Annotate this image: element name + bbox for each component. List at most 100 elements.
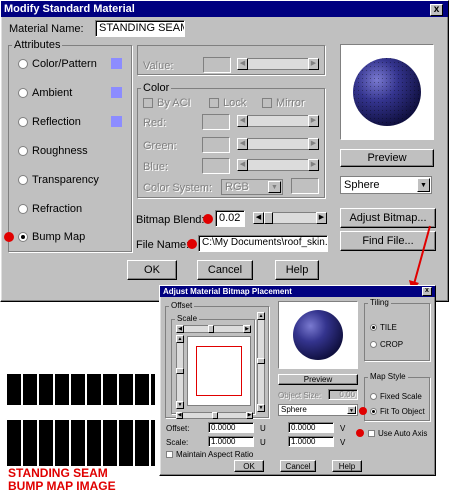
green-slider[interactable] <box>237 138 319 150</box>
use-auto-axis-checkbox[interactable] <box>368 430 375 437</box>
use-auto-axis-label: Use Auto Axis <box>378 429 428 438</box>
fit-to-object-label: Fit To Object <box>380 407 425 416</box>
scale-v-label: V <box>340 438 346 447</box>
chevron-down-icon: ▼ <box>347 406 356 414</box>
red-left-arrow[interactable]: ◀ <box>237 115 248 127</box>
scale-row-label: Scale: <box>166 438 189 447</box>
adjust-cancel-button[interactable]: Cancel <box>280 460 316 472</box>
bitmap-placement-area[interactable] <box>187 336 251 406</box>
red-label: Red: <box>143 117 167 129</box>
help-label: Help <box>285 264 309 276</box>
chevron-down-icon: ▼ <box>268 181 281 193</box>
red-slider[interactable] <box>237 115 319 127</box>
lock-checkbox[interactable] <box>209 98 219 108</box>
by-aci-label: By ACI <box>157 97 191 109</box>
adjust-preview <box>278 301 358 369</box>
green-left-arrow[interactable]: ◀ <box>237 138 248 150</box>
offset-v-thumb[interactable] <box>257 358 265 364</box>
radio-bump-map[interactable] <box>18 232 28 242</box>
radio-color-pattern[interactable] <box>18 59 28 69</box>
offset-h-left-arrow[interactable]: ◀ <box>176 412 183 419</box>
offset-v-down-arrow[interactable]: ▼ <box>257 404 265 412</box>
scale-v-up-arrow[interactable]: ▲ <box>176 335 184 343</box>
blue-right-arrow[interactable]: ▶ <box>308 159 319 171</box>
adjust-ok-button[interactable]: OK <box>234 460 264 472</box>
file-name-field[interactable]: C:\My Documents\roof_skin.gif <box>198 235 328 252</box>
cancel-label: Cancel <box>207 264 243 276</box>
help-button[interactable]: Help <box>275 260 319 280</box>
scale-u-field[interactable]: 1.0000 <box>208 436 254 447</box>
dialog-titlebar: Modify Standard Material <box>1 1 448 17</box>
blue-slider[interactable] <box>237 159 319 171</box>
adjust-preview-button[interactable]: Preview <box>278 374 358 385</box>
adjust-shape-select[interactable]: Sphere ▼ <box>278 404 358 416</box>
tile-label: TILE <box>380 323 397 332</box>
green-right-arrow[interactable]: ▶ <box>308 138 319 150</box>
radio-roughness[interactable] <box>18 146 28 156</box>
scale-h-left-arrow[interactable]: ◀ <box>176 325 184 333</box>
marker-dot <box>203 214 213 224</box>
preview-button[interactable]: Preview <box>340 149 434 167</box>
adjust-help-button[interactable]: Help <box>332 460 362 472</box>
color-pattern-swatch <box>111 58 122 69</box>
offset-v-up-arrow[interactable]: ▲ <box>257 312 265 320</box>
dialog-title: Modify Standard Material <box>4 3 135 15</box>
offset-group-label: Offset <box>169 301 195 310</box>
blue-box <box>202 158 230 174</box>
radio-crop[interactable] <box>370 341 377 348</box>
scale-h-thumb[interactable] <box>208 325 214 333</box>
preview-shape-select[interactable]: Sphere ▼ <box>340 176 432 194</box>
radio-fixed-scale[interactable] <box>370 393 377 400</box>
offset-h-thumb[interactable] <box>212 412 218 419</box>
radio-refraction[interactable] <box>18 204 28 214</box>
scale-v-down-arrow[interactable]: ▼ <box>176 401 184 409</box>
ok-button[interactable]: OK <box>127 260 177 280</box>
blue-left-arrow[interactable]: ◀ <box>237 159 248 171</box>
ambient-swatch <box>111 87 122 98</box>
adjust-close-button[interactable]: x <box>422 287 432 296</box>
offset-row-label: Offset: <box>166 424 190 433</box>
bitmap-blend-field[interactable]: 0.02 <box>215 210 245 227</box>
red-right-arrow[interactable]: ▶ <box>308 115 319 127</box>
bump-map-row <box>7 420 155 466</box>
radio-reflection[interactable] <box>18 117 28 127</box>
chevron-down-icon: ▼ <box>417 178 430 192</box>
mirror-checkbox[interactable] <box>262 98 272 108</box>
radio-ambient[interactable] <box>18 88 28 98</box>
attr-refraction-label: Refraction <box>32 203 83 215</box>
bitmap-blend-right-arrow[interactable]: ▶ <box>316 212 327 224</box>
attr-reflection-label: Reflection <box>32 116 81 128</box>
attr-ambient-label: Ambient <box>32 87 73 99</box>
attributes-group-label: Attributes <box>12 39 63 51</box>
marker-dot <box>4 232 14 242</box>
color-system-select[interactable]: RGB ▼ <box>221 179 283 195</box>
attr-bump-map-label: Bump Map <box>32 231 86 243</box>
close-icon: x <box>433 4 440 15</box>
material-name-field[interactable]: STANDING SEAM R <box>95 20 185 37</box>
bitmap-blend-thumb[interactable] <box>264 212 273 224</box>
offset-h-right-arrow[interactable]: ▶ <box>246 412 253 419</box>
scale-v-thumb[interactable] <box>176 368 184 374</box>
caption-line-2: BUMP MAP IMAGE <box>8 479 116 493</box>
scale-v-field[interactable]: 1.0000 <box>288 436 334 447</box>
offset-u-label: U <box>260 424 266 433</box>
close-button[interactable]: x <box>430 4 443 16</box>
file-name-label: File Name: <box>136 239 190 251</box>
by-aci-checkbox[interactable] <box>143 98 153 108</box>
value-slider-left-arrow[interactable]: ◀ <box>237 58 248 70</box>
maintain-aspect-checkbox[interactable] <box>166 451 173 458</box>
radio-tile[interactable] <box>370 324 377 331</box>
adjust-cancel-label: Cancel <box>285 461 311 471</box>
scale-h-right-arrow[interactable]: ▶ <box>243 325 251 333</box>
offset-v-field[interactable]: 0.0000 <box>288 422 334 433</box>
attr-roughness-label: Roughness <box>32 145 88 157</box>
color-system-label: Color System: <box>143 182 213 194</box>
value-slider-right-arrow[interactable]: ▶ <box>308 58 319 70</box>
fixed-scale-label: Fixed Scale <box>380 392 422 401</box>
radio-fit-to-object[interactable] <box>370 408 377 415</box>
bitmap-blend-left-arrow[interactable]: ◀ <box>253 212 264 224</box>
offset-u-field[interactable]: 0.0000 <box>208 422 254 433</box>
radio-transparency[interactable] <box>18 175 28 185</box>
value-slider[interactable] <box>237 58 319 70</box>
cancel-button[interactable]: Cancel <box>197 260 253 280</box>
